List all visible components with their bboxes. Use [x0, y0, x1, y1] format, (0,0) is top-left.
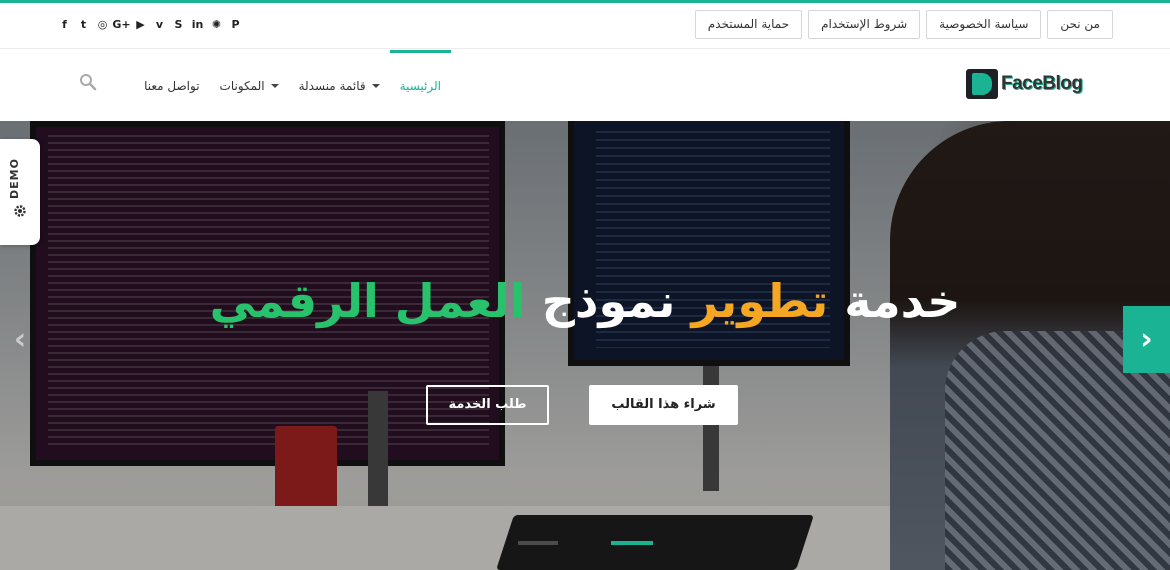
- instagram-icon[interactable]: ◎: [93, 16, 112, 34]
- top-links: من نحن سياسة الخصوصية شروط الإستخدام حما…: [694, 10, 1113, 39]
- slider-prev-arrow-icon[interactable]: ‹: [0, 306, 40, 373]
- google-plus-icon[interactable]: G+: [112, 16, 131, 34]
- nav-item-components[interactable]: المكونات: [210, 50, 289, 121]
- youtube-icon[interactable]: ▶: [131, 16, 150, 34]
- facebook-icon[interactable]: f: [55, 16, 74, 34]
- hero-slider: خدمة تطوير نموذج العمل الرقمي شراء هذا ا…: [0, 121, 1170, 570]
- slider-next-arrow-icon[interactable]: ›: [1123, 306, 1170, 373]
- main-nav: الرئيسية قائمة منسدلة المكونات تواصل معن…: [134, 50, 452, 121]
- logo-mark-icon: [966, 69, 998, 99]
- skype-icon[interactable]: S: [169, 16, 188, 34]
- hero-title-highlight-orange: تطوير: [691, 274, 829, 328]
- privacy-link[interactable]: سياسة الخصوصية: [926, 10, 1042, 39]
- twitter-icon[interactable]: t: [74, 16, 93, 34]
- buy-template-button[interactable]: شراء هذا القالب: [589, 385, 738, 425]
- hero-overlay: [0, 121, 1170, 570]
- nav-item-label: المكونات: [219, 78, 265, 93]
- hero-title-part: خدمة: [828, 274, 961, 328]
- nav-item-home[interactable]: الرئيسية: [389, 50, 452, 121]
- pinterest-icon[interactable]: P: [226, 16, 245, 34]
- search-icon[interactable]: [79, 73, 97, 91]
- terms-link[interactable]: شروط الإستخدام: [808, 10, 921, 39]
- social-links: f t ◎ G+ ▶ v S in ✺ P: [55, 16, 245, 34]
- slider-dot[interactable]: [518, 541, 558, 545]
- logo-text: FaceBlog: [1001, 73, 1083, 94]
- demo-label: DEMO: [8, 158, 21, 199]
- user-protection-link[interactable]: حماية المستخدم: [694, 10, 803, 39]
- nav-item-contact[interactable]: تواصل معنا: [134, 50, 209, 121]
- dribbble-icon[interactable]: ✺: [207, 16, 226, 34]
- hero-title-part: نموذج: [525, 274, 692, 328]
- request-service-button[interactable]: طلب الخدمة: [426, 385, 549, 425]
- nav-item-dropdown-menu[interactable]: قائمة منسدلة: [289, 50, 390, 121]
- main-header: FaceBlog الرئيسية قائمة منسدلة المكونات …: [0, 50, 1170, 121]
- slider-dot-active[interactable]: [611, 541, 653, 545]
- linkedin-icon[interactable]: in: [188, 16, 207, 34]
- top-bar: f t ◎ G+ ▶ v S in ✺ P من نحن سياسة الخصو…: [0, 3, 1170, 49]
- vimeo-icon[interactable]: v: [150, 16, 169, 34]
- about-link[interactable]: من نحن: [1047, 10, 1113, 39]
- hero-title-highlight-green: العمل الرقمي: [209, 274, 526, 328]
- nav-item-label: قائمة منسدلة: [298, 78, 366, 93]
- nav-item-label: الرئيسية: [399, 78, 441, 93]
- gear-icon: [14, 205, 26, 217]
- demo-tab[interactable]: DEMO: [0, 139, 40, 245]
- nav-item-label: تواصل معنا: [144, 78, 200, 93]
- caret-down-icon: [371, 83, 380, 88]
- site-logo[interactable]: FaceBlog: [966, 69, 1101, 99]
- caret-down-icon: [270, 83, 279, 88]
- hero-title: خدمة تطوير نموذج العمل الرقمي: [0, 271, 1170, 331]
